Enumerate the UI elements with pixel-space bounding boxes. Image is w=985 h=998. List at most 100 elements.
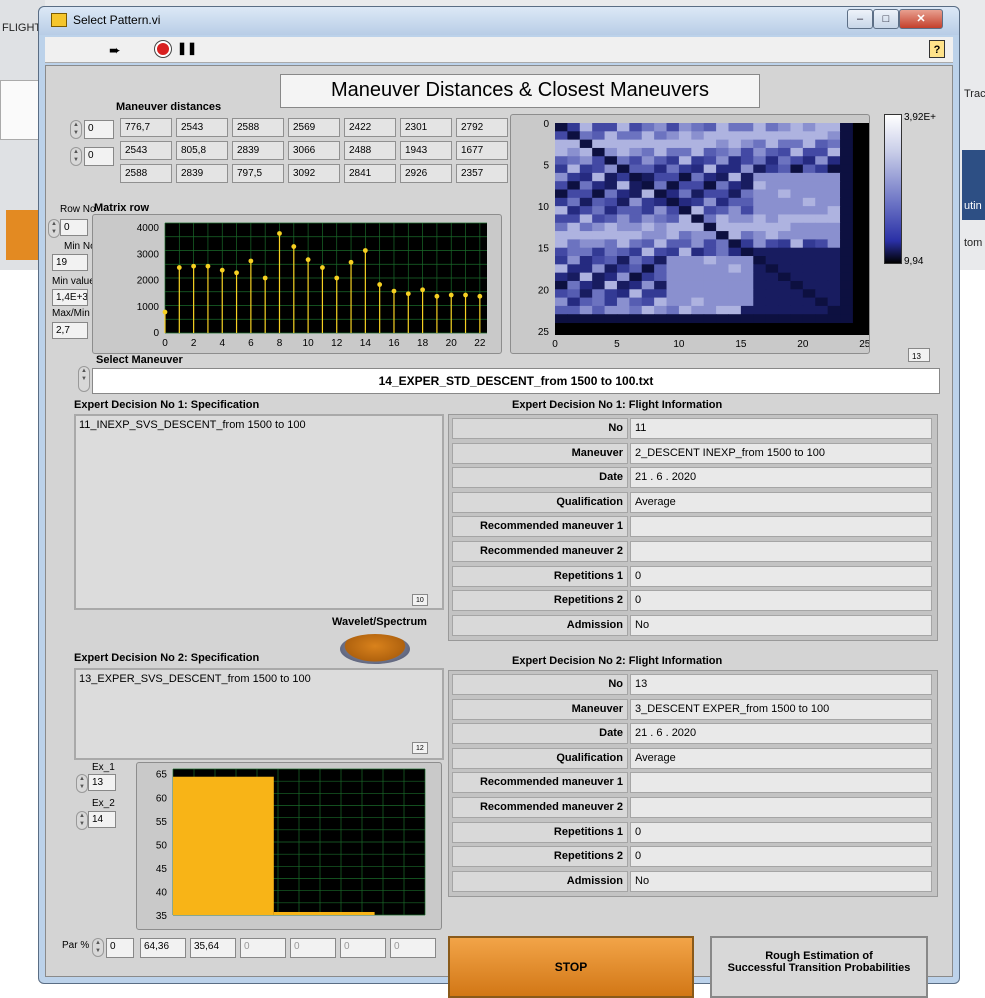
ex2-spinner[interactable]: ▲ ▼ bbox=[76, 811, 88, 830]
heatmap-cell bbox=[802, 297, 816, 307]
matrix-cell[interactable]: 2588 bbox=[232, 118, 284, 137]
page-title: Maneuver Distances & Closest Maneuvers bbox=[280, 74, 760, 108]
min-value-value: 1,4E+3 bbox=[52, 289, 88, 306]
pause-icon[interactable]: ❚❚ bbox=[177, 41, 197, 57]
row-no-input[interactable]: 0 bbox=[60, 219, 88, 236]
stop-button[interactable]: STOP bbox=[448, 936, 694, 998]
heatmap-cell bbox=[827, 139, 841, 149]
matrix-cell[interactable]: 2588 bbox=[120, 164, 172, 183]
heatmap-cell bbox=[641, 297, 655, 307]
par-label: Par % bbox=[62, 940, 90, 951]
heatmap-cell bbox=[802, 181, 816, 191]
title-bar[interactable]: Select Pattern.vi – □ ✕ bbox=[39, 7, 959, 35]
matrix-cell[interactable]: 2301 bbox=[400, 118, 452, 137]
info-value: 2_DESCENT INEXP_from 1500 to 100 bbox=[630, 442, 932, 464]
matrix-cell[interactable]: 2357 bbox=[456, 164, 508, 183]
ex2-label: Ex_2 bbox=[92, 798, 115, 809]
matrix-cell[interactable]: 2926 bbox=[400, 164, 452, 183]
matrix-cell[interactable]: 805,8 bbox=[176, 141, 228, 160]
expert1-spec-text[interactable]: 11_INEXP_SVS_DESCENT_from 1500 to 100 bbox=[74, 414, 444, 610]
heatmap-cell bbox=[604, 264, 618, 274]
maximize-button[interactable]: □ bbox=[873, 9, 899, 29]
abort-icon[interactable] bbox=[155, 41, 171, 57]
heatmap-cell bbox=[604, 164, 618, 174]
heatmap-cell bbox=[703, 280, 717, 290]
heatmap-cell bbox=[616, 214, 630, 224]
heatmap-cell bbox=[567, 131, 581, 141]
row-no-spinner[interactable]: ▲ ▼ bbox=[48, 219, 60, 238]
stem-point bbox=[448, 292, 454, 298]
matrix-cell[interactable]: 1677 bbox=[456, 141, 508, 160]
matrix-cell[interactable]: 2569 bbox=[288, 118, 340, 137]
heatmap-cell bbox=[728, 247, 742, 257]
col-index-spinner[interactable]: ▲ ▼ bbox=[70, 147, 82, 166]
wavelet-spectrum-toggle[interactable] bbox=[340, 634, 410, 664]
heatmap-cell bbox=[765, 214, 779, 224]
heatmap-cell bbox=[555, 147, 568, 157]
heatmap-cell bbox=[654, 247, 668, 257]
heatmap-cell bbox=[678, 139, 692, 149]
matrix-cell[interactable]: 2792 bbox=[456, 118, 508, 137]
minimize-button[interactable]: – bbox=[847, 9, 873, 29]
heatmap-cell bbox=[629, 147, 643, 157]
ex1-spinner[interactable]: ▲ ▼ bbox=[76, 774, 88, 793]
matrix-cell[interactable]: 2839 bbox=[232, 141, 284, 160]
matrix-cell[interactable]: 3066 bbox=[288, 141, 340, 160]
matrix-cell[interactable]: 2488 bbox=[344, 141, 396, 160]
row-index-spinner[interactable]: ▲ ▼ bbox=[70, 120, 82, 139]
matrix-cell[interactable]: 776,7 bbox=[120, 118, 172, 137]
heatmap-cell bbox=[840, 222, 853, 232]
heatmap-cell bbox=[728, 131, 742, 141]
matrix-cell[interactable]: 2543 bbox=[120, 141, 172, 160]
heatmap-x-tick: 15 bbox=[735, 339, 747, 350]
heatmap-cell bbox=[567, 214, 581, 224]
help-icon[interactable]: ? bbox=[929, 40, 945, 58]
heatmap-cell bbox=[629, 189, 643, 199]
heatmap-x-tick: 10 bbox=[673, 339, 685, 350]
heatmap-cell bbox=[740, 222, 754, 232]
matrix-cell[interactable]: 797,5 bbox=[232, 164, 284, 183]
run-arrow-icon[interactable]: ➨ bbox=[109, 42, 121, 59]
ex1-input[interactable]: 13 bbox=[88, 774, 116, 791]
heatmap-cell bbox=[778, 256, 791, 265]
matrix-cell[interactable]: 2543 bbox=[176, 118, 228, 137]
heatmap-cell bbox=[616, 139, 630, 149]
matrix-cell[interactable]: 2839 bbox=[176, 164, 228, 183]
matrix-cell[interactable]: 2841 bbox=[344, 164, 396, 183]
row-index-input[interactable]: 0 bbox=[84, 120, 114, 139]
heatmap-cell bbox=[641, 314, 655, 324]
heatmap-cell bbox=[815, 147, 829, 157]
heatmap-cell bbox=[592, 206, 606, 215]
col-index-input[interactable]: 0 bbox=[84, 147, 114, 166]
matrix-cell[interactable]: 2422 bbox=[344, 118, 396, 137]
heatmap-cell bbox=[592, 214, 606, 224]
heatmap-cell bbox=[592, 256, 606, 265]
par-input[interactable]: 0 bbox=[106, 938, 134, 958]
stem-point bbox=[405, 291, 411, 297]
max-min-label: Max/Min bbox=[52, 308, 90, 319]
expert2-spec-text[interactable]: 13_EXPER_SVS_DESCENT_from 1500 to 100 bbox=[74, 668, 444, 760]
heatmap-cell bbox=[815, 280, 829, 290]
matrix-cell[interactable]: 1943 bbox=[400, 141, 452, 160]
heatmap-cell bbox=[616, 297, 630, 307]
heatmap-cell bbox=[567, 272, 581, 282]
ex2-input[interactable]: 14 bbox=[88, 811, 116, 828]
rough-estimation-button[interactable]: Rough Estimation of Successful Transitio… bbox=[710, 936, 928, 998]
heatmap-cell bbox=[666, 172, 680, 182]
info-label: Recommended maneuver 2 bbox=[452, 541, 628, 562]
matrix-cell[interactable]: 3092 bbox=[288, 164, 340, 183]
select-maneuver-spinner[interactable]: ▲ ▼ bbox=[78, 366, 90, 392]
close-button[interactable]: ✕ bbox=[899, 9, 943, 29]
select-maneuver-ring[interactable]: 14_EXPER_STD_DESCENT_from 1500 to 100.tx… bbox=[92, 368, 940, 394]
heatmap-cell bbox=[765, 297, 779, 307]
info-label: Date bbox=[452, 467, 628, 489]
heatmap-cell bbox=[654, 164, 668, 174]
intensity-plot: 05101520250 5 10 15 20 25 bbox=[538, 119, 871, 350]
heatmap-cell bbox=[740, 156, 754, 166]
heatmap-cell bbox=[592, 280, 606, 290]
heatmap-cell bbox=[753, 156, 767, 166]
color-ramp-min: 9,94 bbox=[904, 256, 924, 267]
heatmap-cell bbox=[716, 305, 729, 315]
par-spinner[interactable]: ▲ ▼ bbox=[92, 938, 104, 957]
info-label: Qualification bbox=[452, 747, 628, 769]
